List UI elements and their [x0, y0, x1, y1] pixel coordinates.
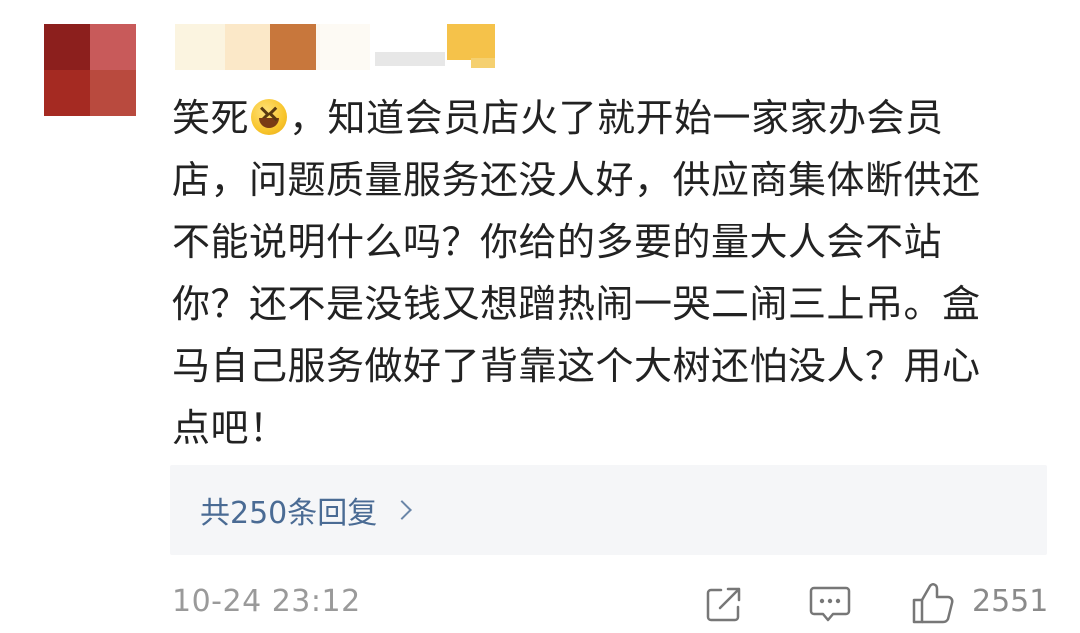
- comment-line: 你？还不是没钱又想蹭热闹一哭二闹三上吊。盒: [172, 282, 981, 326]
- comment-line: 点吧！: [172, 406, 288, 450]
- like-count: 2551: [972, 584, 1049, 619]
- replies-panel: 共250条回复: [170, 465, 1047, 555]
- comment-line: 店，问题质量服务还没人好，供应商集体断供还: [172, 158, 981, 202]
- avatar-pixel: [90, 70, 136, 116]
- username-pixel: [225, 24, 270, 70]
- avatar-pixel: [44, 70, 90, 116]
- avatar-pixel: [44, 24, 90, 70]
- avatar-pixel: [90, 24, 136, 70]
- view-replies-link[interactable]: 共250条回复: [200, 488, 413, 532]
- laughing-squint-emoji-icon: [251, 99, 288, 135]
- comment-text-segment: 笑死: [172, 96, 250, 140]
- username-pixel: [270, 24, 316, 70]
- timestamp: 10-24 23:12: [172, 584, 361, 619]
- thumbs-up-icon[interactable]: [910, 580, 956, 626]
- username-pixel: [471, 58, 495, 68]
- username-pixel: [175, 24, 225, 70]
- username-pixel: [320, 24, 370, 70]
- replies-count-label: 共250条回复: [200, 496, 378, 531]
- comment-line: 笑死 ，知道会员店火了就开始一家家办会员: [172, 87, 1052, 149]
- username-pixel: [375, 52, 445, 66]
- avatar[interactable]: [44, 24, 136, 116]
- comment-footer: 10-24 23:12 2551: [172, 578, 1052, 628]
- vip-badge-icon: [447, 24, 495, 60]
- comment-text-segment: ，知道会员店火了就开始一家家办会员: [289, 96, 944, 140]
- comment-icon[interactable]: [808, 584, 852, 626]
- comment-body: 笑死 ，知道会员店火了就开始一家家办会员 店，问题质量服务还没人好，供应商集体断供…: [172, 87, 1052, 459]
- comment-line: 马自己服务做好了背靠这个大树还怕没人？用心: [172, 344, 981, 388]
- comment-line: 不能说明什么吗？你给的多要的量大人会不站: [172, 220, 943, 264]
- share-icon[interactable]: [704, 584, 744, 624]
- chevron-right-icon: [392, 500, 413, 520]
- username-obscured[interactable]: [175, 24, 505, 70]
